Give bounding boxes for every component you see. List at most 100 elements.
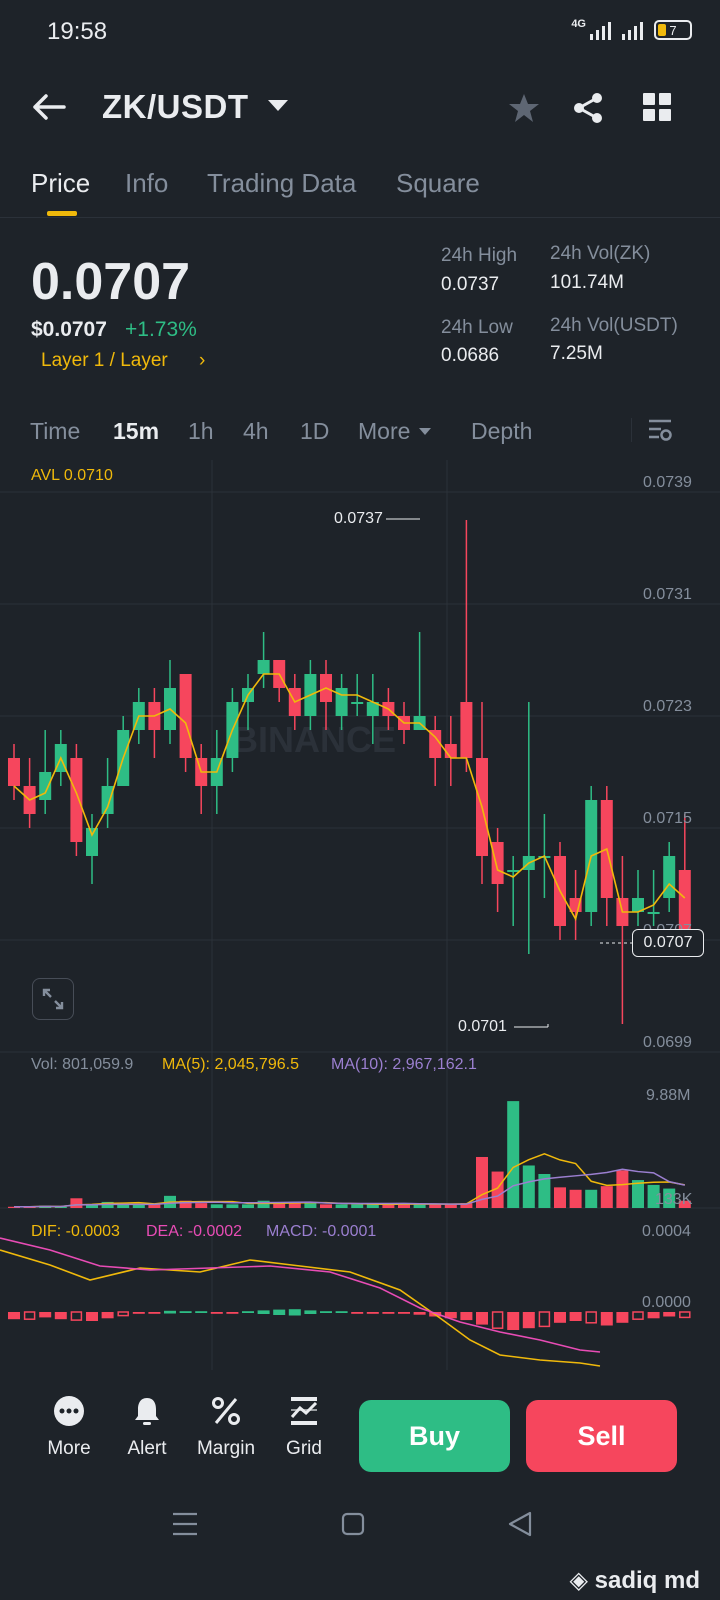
candle-body <box>647 912 660 914</box>
margin-percent-icon <box>212 1397 240 1425</box>
volume-bar <box>507 1101 520 1208</box>
home-icon[interactable] <box>341 1512 365 1536</box>
candle-body <box>507 870 520 872</box>
macd-bar <box>304 1310 317 1314</box>
volume-bar <box>242 1204 254 1208</box>
macd-bar <box>117 1311 129 1317</box>
macd-bar <box>554 1312 566 1323</box>
y-tick: 0.0731 <box>643 586 692 603</box>
pair-dropdown-icon[interactable] <box>268 100 288 111</box>
candle-body <box>39 772 52 800</box>
candle-body <box>101 786 114 814</box>
back-arrow-icon[interactable] <box>32 94 66 120</box>
candle-body <box>460 702 473 758</box>
macd-bar <box>632 1311 644 1320</box>
ma-line <box>13 673 686 922</box>
chart-settings-icon[interactable] <box>647 418 673 442</box>
macd-bar <box>226 1312 239 1314</box>
macd-bar <box>538 1311 551 1328</box>
sell-button[interactable]: Sell <box>526 1400 677 1472</box>
interval-time[interactable]: Time <box>30 418 80 445</box>
candle-body <box>86 828 98 856</box>
recent-apps-icon[interactable] <box>172 1512 198 1536</box>
interval-depth[interactable]: Depth <box>471 418 532 445</box>
trading-pair-title[interactable]: ZK/USDT <box>102 88 249 126</box>
y-tick: 0.0739 <box>643 474 692 491</box>
candle-body <box>335 688 348 716</box>
y-tick: 0.0699 <box>643 1034 692 1051</box>
y-tick: 0.0723 <box>643 698 692 715</box>
macd-bar <box>663 1312 676 1317</box>
vol-usdt-label: 24h Vol(USDT) <box>550 315 678 336</box>
interval-1h[interactable]: 1h <box>188 418 214 445</box>
bell-icon <box>135 1398 159 1425</box>
volume-bar <box>444 1204 457 1208</box>
macd-bar <box>70 1311 83 1321</box>
volume-bar <box>554 1187 566 1208</box>
interval-1d[interactable]: 1D <box>300 418 329 445</box>
macd-bar <box>210 1312 223 1314</box>
interval-15m[interactable]: 15m <box>113 418 159 445</box>
grid-action[interactable]: Grid <box>264 1395 344 1460</box>
bottom-action-bar: More Alert Margin Grid Buy Sell <box>0 1380 720 1490</box>
category-link[interactable]: Layer 1 / Layer <box>41 350 168 372</box>
macd-bar <box>507 1312 520 1330</box>
status-bar: 19:58 4G 7 <box>0 0 720 64</box>
chevron-right-icon[interactable]: › <box>199 350 205 372</box>
macd-bar <box>288 1309 301 1316</box>
expand-icon[interactable] <box>32 978 74 1020</box>
low-label: 24h Low <box>441 317 513 338</box>
last-price: 0.0707 <box>31 253 191 311</box>
more-caret-icon[interactable] <box>419 428 431 435</box>
candle-body <box>257 660 270 674</box>
candle-body <box>70 758 83 842</box>
interval-4h[interactable]: 4h <box>243 418 269 445</box>
macd-bar <box>413 1312 426 1315</box>
volume-bar <box>600 1186 613 1208</box>
tab-trading-data[interactable]: Trading Data <box>207 168 356 199</box>
app-header: ZK/USDT <box>0 70 720 146</box>
divider <box>631 418 632 442</box>
ma10-label: MA(10): 2,967,162.1 <box>331 1056 477 1073</box>
min-price-label: 0.0701 <box>458 1018 507 1035</box>
macd-bar <box>320 1311 332 1313</box>
vol-axis-top: 9.88M <box>646 1087 691 1104</box>
battery-icon: 7 <box>654 20 692 40</box>
alert-action[interactable]: Alert <box>107 1395 187 1460</box>
buy-button[interactable]: Buy <box>359 1400 510 1472</box>
volume-bar <box>351 1204 364 1208</box>
vol-ma5-line <box>14 1153 685 1208</box>
price-chart[interactable]: BINANCE AVL 0.0710 0.0739 0.0731 0.0723 … <box>0 460 720 1370</box>
volume-bar <box>304 1203 317 1208</box>
back-nav-icon[interactable] <box>508 1511 532 1537</box>
tab-square[interactable]: Square <box>396 168 480 199</box>
vol-zk-value: 101.74M <box>550 272 624 293</box>
tab-price[interactable]: Price <box>31 168 90 199</box>
macd-bar <box>101 1312 114 1319</box>
volume-label: Vol: 801,059.9 <box>31 1056 134 1073</box>
macd-bar <box>647 1312 660 1319</box>
status-icons: 4G 7 <box>571 18 692 40</box>
macd-bar <box>164 1310 176 1314</box>
macd-bar <box>242 1311 254 1313</box>
vol-zk-label: 24h Vol(ZK) <box>550 243 651 264</box>
vol-usdt-value: 7.25M <box>550 343 603 364</box>
volume-bar <box>429 1204 442 1208</box>
margin-action[interactable]: Margin <box>186 1395 266 1460</box>
signal-icon <box>590 22 611 40</box>
share-icon[interactable] <box>572 92 604 124</box>
dif-line <box>0 1249 601 1367</box>
favorite-star-icon[interactable] <box>508 92 540 124</box>
more-action[interactable]: More <box>29 1395 109 1460</box>
status-time: 19:58 <box>47 18 108 45</box>
macd-bar <box>179 1311 192 1313</box>
candle-body <box>491 842 504 884</box>
macd-bar <box>132 1312 145 1314</box>
candle-body <box>179 674 192 758</box>
interval-more[interactable]: More <box>358 418 410 445</box>
grid-menu-icon[interactable] <box>643 93 671 121</box>
macd-bar <box>148 1312 161 1314</box>
tab-info[interactable]: Info <box>125 168 168 199</box>
volume-bar <box>522 1165 535 1208</box>
grid-bot-icon <box>290 1397 318 1425</box>
